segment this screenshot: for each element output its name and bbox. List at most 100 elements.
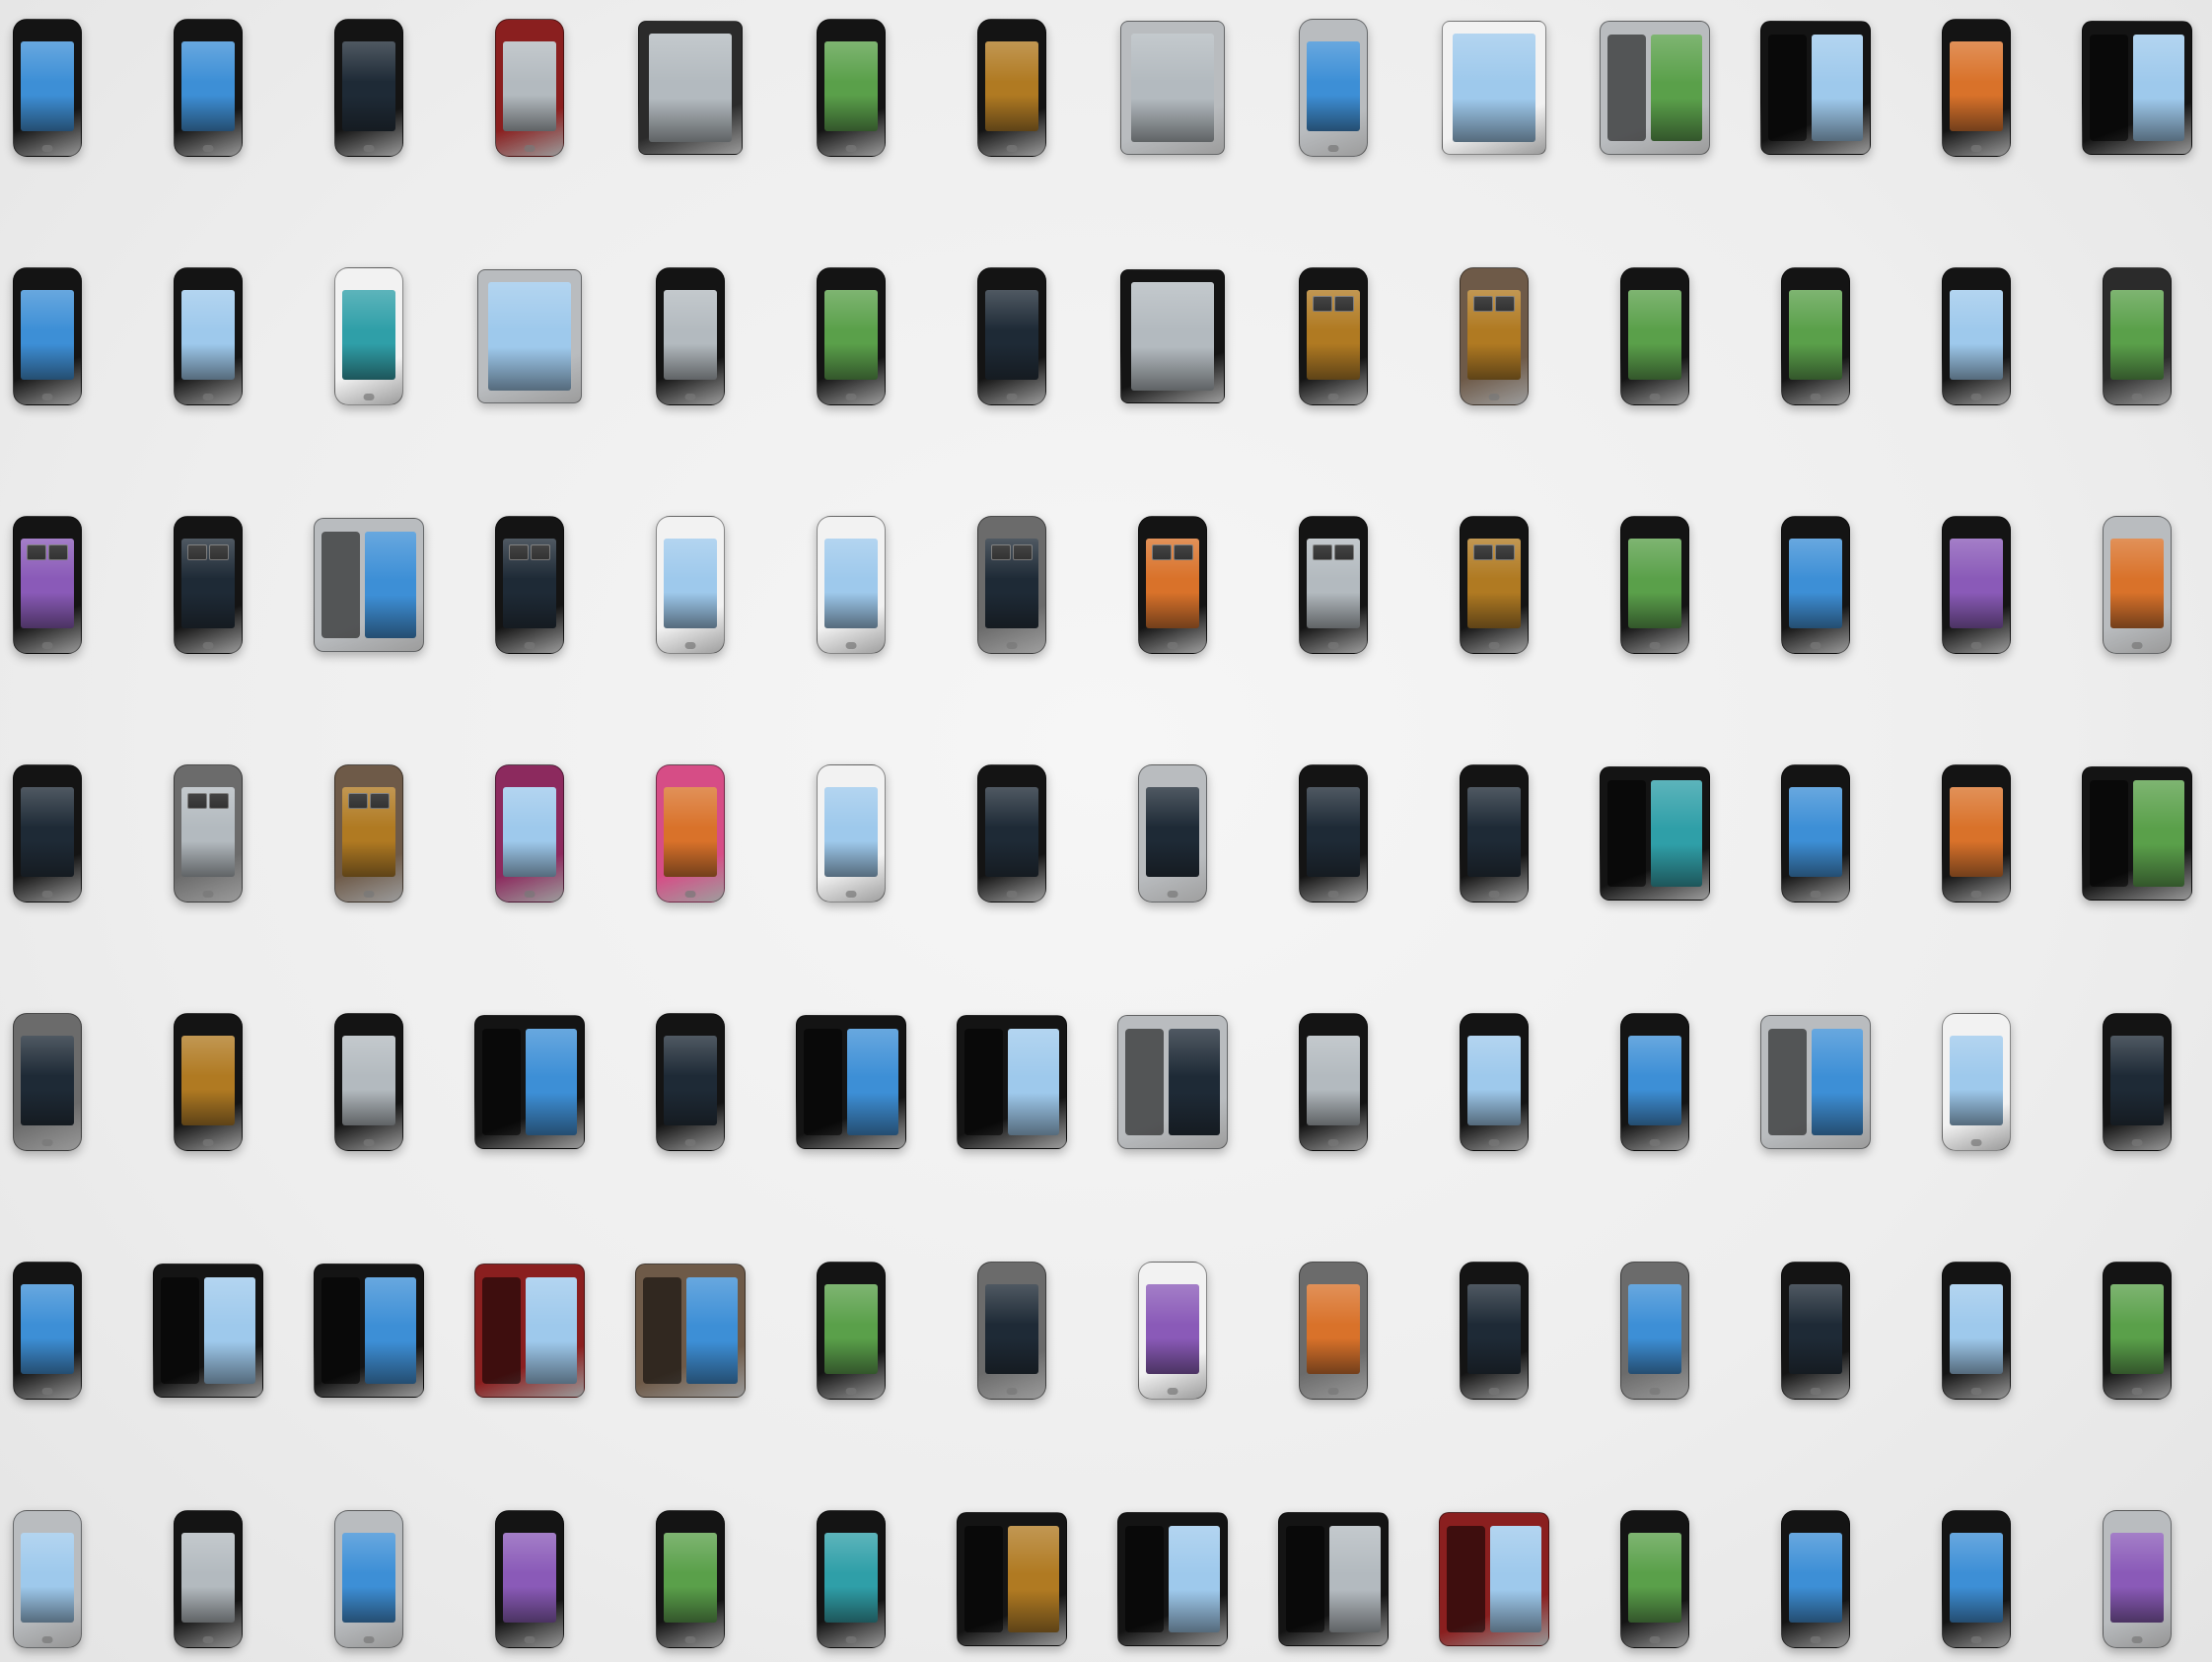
home-button xyxy=(1006,641,1018,649)
device-screen xyxy=(1627,539,1682,629)
slider-device xyxy=(796,1015,906,1149)
device-screen xyxy=(1145,1284,1200,1375)
device-screen xyxy=(1466,539,1522,629)
home-button xyxy=(1006,890,1018,898)
keyboard xyxy=(160,1277,200,1384)
device-screen xyxy=(823,290,879,381)
home-button xyxy=(363,1138,375,1146)
home-button xyxy=(524,144,535,152)
phone-device xyxy=(977,267,1046,405)
home-button xyxy=(845,144,857,152)
phone-device xyxy=(174,19,243,157)
keyboard xyxy=(1767,1029,1808,1135)
phone-device xyxy=(334,1510,403,1648)
phone-device xyxy=(334,764,403,903)
home-button xyxy=(1488,641,1500,649)
home-button xyxy=(1649,1138,1661,1146)
clock-widget xyxy=(1313,295,1354,312)
tablet-device xyxy=(1120,269,1225,403)
device-screen xyxy=(1306,539,1361,629)
phone-device xyxy=(1460,1013,1529,1151)
clock-widget xyxy=(187,792,229,809)
device-screen xyxy=(1949,1036,2004,1126)
device-screen xyxy=(2109,290,2165,381)
home-button xyxy=(41,1635,53,1643)
device-screen xyxy=(1466,787,1522,878)
phone-device xyxy=(1460,764,1529,903)
device-screen xyxy=(1466,290,1522,381)
home-button xyxy=(1006,144,1018,152)
home-button xyxy=(41,1387,53,1395)
device-screen xyxy=(1168,1029,1221,1135)
phone-device xyxy=(1620,1013,1689,1151)
slider-device xyxy=(474,1264,585,1398)
device-screen xyxy=(1306,1036,1361,1126)
phone-device xyxy=(13,1013,82,1151)
phone-device xyxy=(977,1262,1046,1400)
phone-device xyxy=(656,1013,725,1151)
device-screen xyxy=(1145,787,1200,878)
home-button xyxy=(1970,393,1982,400)
device-screen xyxy=(1627,290,1682,381)
device-grid xyxy=(0,0,2212,1662)
device-screen xyxy=(663,787,718,878)
home-button xyxy=(845,1387,857,1395)
phone-device xyxy=(13,516,82,654)
device-screen xyxy=(1306,41,1361,132)
slider-device xyxy=(314,1264,424,1398)
device-screen xyxy=(663,1533,718,1624)
device-screen xyxy=(823,1284,879,1375)
home-button xyxy=(202,641,214,649)
device-screen xyxy=(1627,1284,1682,1375)
phone-device xyxy=(1299,1262,1368,1400)
device-screen xyxy=(1627,1036,1682,1126)
phone-device xyxy=(495,1510,564,1648)
phone-device xyxy=(977,19,1046,157)
clock-widget xyxy=(1473,543,1515,560)
phone-device xyxy=(1781,1262,1850,1400)
phone-device xyxy=(13,1510,82,1648)
phone-device xyxy=(656,1510,725,1648)
device-screen xyxy=(1466,1284,1522,1375)
keyboard xyxy=(1285,1526,1325,1632)
home-button xyxy=(845,890,857,898)
phone-device xyxy=(1942,19,2011,157)
clock-widget xyxy=(27,543,68,560)
home-button xyxy=(1810,641,1821,649)
clock-widget xyxy=(187,543,229,560)
phone-device xyxy=(1781,516,1850,654)
home-button xyxy=(845,1635,857,1643)
slider-device xyxy=(1760,21,1871,155)
home-button xyxy=(1970,1387,1982,1395)
phone-device xyxy=(1942,516,2011,654)
device-screen xyxy=(525,1029,578,1135)
phone-device xyxy=(13,1262,82,1400)
phone-device xyxy=(1299,19,1368,157)
keyboard xyxy=(1124,1029,1165,1135)
phone-device xyxy=(817,267,886,405)
device-screen xyxy=(1650,35,1703,141)
home-button xyxy=(202,144,214,152)
keyboard xyxy=(481,1277,522,1384)
home-button xyxy=(1810,393,1821,400)
home-button xyxy=(1488,393,1500,400)
home-button xyxy=(1488,1138,1500,1146)
clock-widget xyxy=(1152,543,1193,560)
device-screen xyxy=(1453,34,1535,142)
home-button xyxy=(41,144,53,152)
slider-device xyxy=(1600,21,1710,155)
phone-device xyxy=(495,516,564,654)
slider-device xyxy=(153,1264,263,1398)
device-screen xyxy=(1145,539,1200,629)
phone-device xyxy=(817,1510,886,1648)
device-screen xyxy=(1949,41,2004,132)
home-button xyxy=(41,1138,53,1146)
phone-device xyxy=(656,764,725,903)
tablet-device xyxy=(477,269,582,403)
slider-device xyxy=(957,1512,1067,1646)
device-screen xyxy=(341,1036,396,1126)
home-button xyxy=(684,1635,696,1643)
phone-device xyxy=(174,516,243,654)
device-screen xyxy=(502,787,557,878)
device-screen xyxy=(2109,1284,2165,1375)
